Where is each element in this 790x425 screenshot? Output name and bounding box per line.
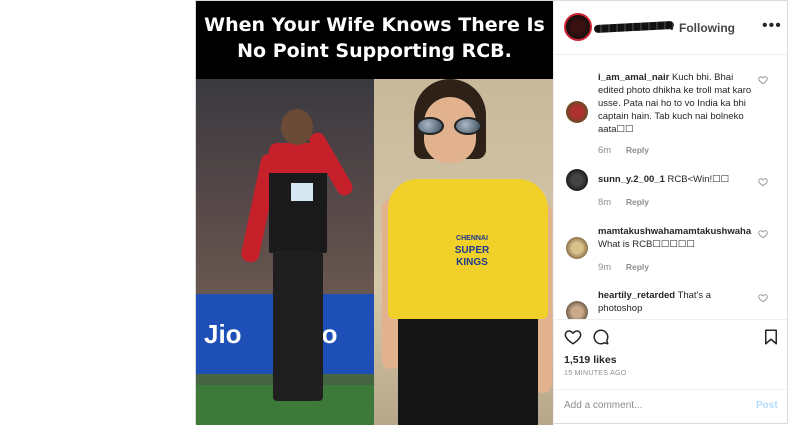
left-photo: Jio Jio [196, 79, 374, 425]
reply-button[interactable]: Reply [626, 262, 649, 272]
commenter-avatar[interactable] [566, 301, 588, 319]
add-comment-input[interactable] [564, 400, 744, 411]
meme-caption: When Your Wife Knows There Is No Point S… [196, 1, 553, 79]
black-skirt [398, 319, 538, 425]
likes-count[interactable]: 1,519 likes [564, 354, 617, 366]
sponsor-banner-text: Jio [204, 319, 242, 349]
commenter-avatar[interactable] [566, 169, 588, 191]
sunglasses [416, 117, 484, 135]
comment-body: RCB<Win!☐☐ [667, 174, 730, 185]
comment-body: What is RCB☐☐☐☐☐ [598, 239, 695, 250]
comment-username[interactable]: i_am_amal_nair [598, 72, 669, 83]
comment-meta: 8m Reply [598, 197, 649, 208]
separator-dot: • [670, 24, 674, 35]
comment-meta: 9m Reply [598, 262, 649, 273]
post-timestamp: 15 MINUTES AGO [564, 370, 627, 377]
like-comment-heart-icon[interactable] [758, 293, 768, 303]
team-logo: CHENNAI SUPER KINGS [442, 227, 502, 268]
following-button[interactable]: Following [679, 21, 735, 35]
team-logo-line-1: CHENNAI [456, 235, 488, 242]
meme-caption-line-1: When Your Wife Knows There Is [204, 14, 545, 36]
comment-text: i_am_amal_nair Kuch bhi. Bhai edited pho… [598, 71, 756, 136]
comment-text: heartily_retarded That's a photoshop [598, 289, 756, 315]
comment-time: 6m [598, 145, 612, 156]
meme-caption-line-2: No Point Supporting RCB. [237, 40, 512, 62]
stage: When Your Wife Knows There Is No Point S… [0, 0, 790, 425]
post-media[interactable]: When Your Wife Knows There Is No Point S… [196, 1, 553, 425]
instagram-post: When Your Wife Knows There Is No Point S… [195, 0, 789, 425]
reply-button[interactable]: Reply [626, 145, 649, 155]
post-actions: 1,519 likes 15 MINUTES AGO [554, 319, 789, 389]
comment-username[interactable]: mamtakushwahamamtakushwaha [598, 226, 751, 237]
comment-time: 8m [598, 197, 612, 208]
team-logo-line-3: KINGS [456, 257, 488, 268]
commenter-avatar[interactable] [566, 101, 588, 123]
comment-username[interactable]: sunn_y.2_00_1 [598, 174, 665, 185]
comment-username[interactable]: heartily_retarded [598, 290, 675, 301]
comment-text: sunn_y.2_00_1 RCB<Win!☐☐ [598, 173, 756, 186]
like-heart-icon[interactable] [564, 328, 582, 346]
right-photo: CHENNAI SUPER KINGS [374, 79, 553, 425]
commenter-avatar[interactable] [566, 237, 588, 259]
reply-button[interactable]: Reply [626, 197, 649, 207]
author-avatar[interactable] [564, 13, 592, 41]
comment-time: 9m [598, 262, 612, 273]
like-comment-heart-icon[interactable] [758, 229, 768, 239]
add-comment-bar: Post [554, 389, 789, 425]
like-comment-heart-icon[interactable] [758, 177, 768, 187]
bookmark-icon[interactable] [762, 328, 780, 346]
comment-text: mamtakushwahamamtakushwaha What is RCB☐☐… [598, 225, 756, 251]
comments-list[interactable]: i_am_amal_nair Kuch bhi. Bhai edited pho… [554, 57, 789, 319]
more-horizontal-icon[interactable]: ••• [762, 17, 782, 35]
post-header: • Following ••• [554, 1, 789, 55]
cricketer-figure [239, 109, 356, 409]
like-comment-heart-icon[interactable] [758, 75, 768, 85]
post-comment-button[interactable]: Post [756, 400, 778, 411]
author-username-redacted[interactable] [593, 20, 675, 34]
comment-bubble-icon[interactable] [592, 328, 610, 346]
comment-meta: 6m Reply [598, 145, 649, 156]
team-logo-line-2: SUPER [454, 245, 490, 256]
post-sidebar: • Following ••• i_am_amal_nair Kuch bhi.… [553, 1, 789, 425]
